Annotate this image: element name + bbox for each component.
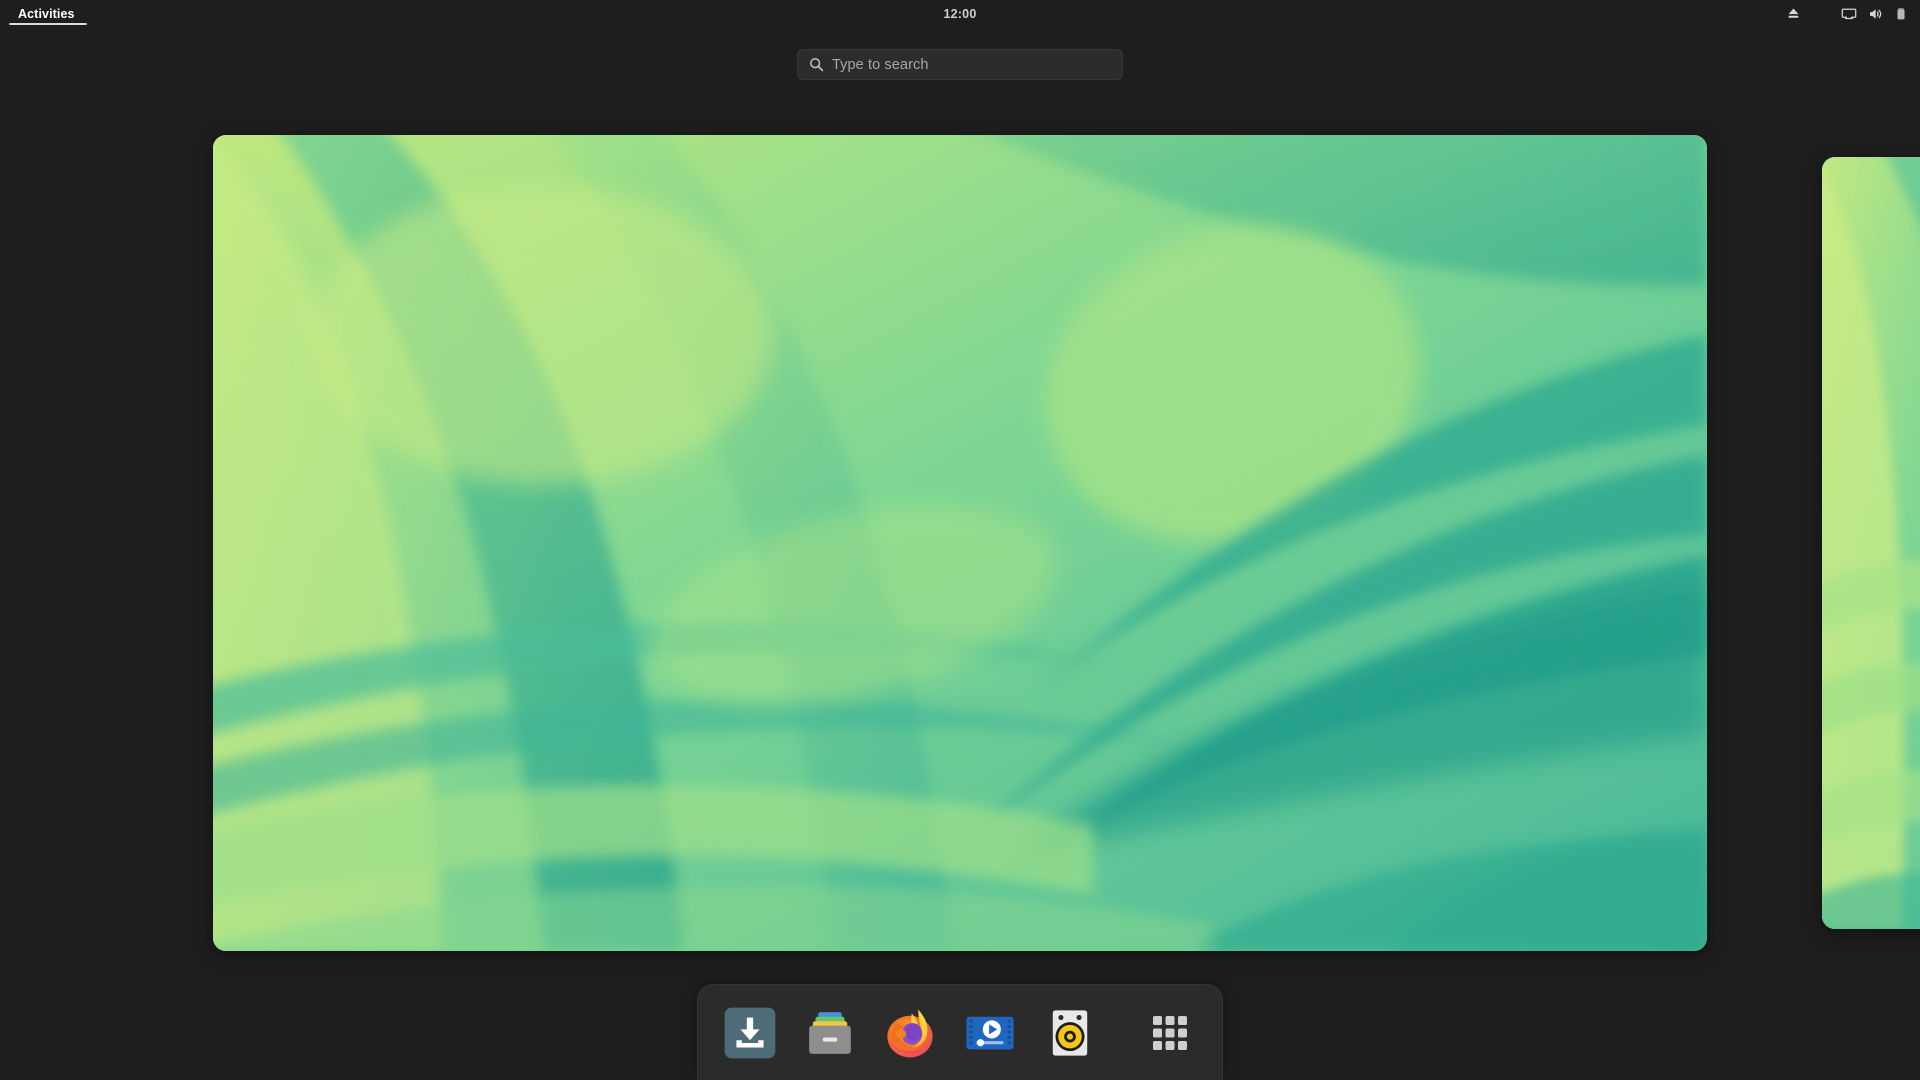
- activities-active-indicator: [9, 22, 87, 25]
- volume-icon[interactable]: [1862, 0, 1888, 27]
- dash-dock: [697, 984, 1223, 1080]
- dock-item-rhythmbox[interactable]: [1038, 1001, 1102, 1065]
- dock-item-videos[interactable]: [958, 1001, 1022, 1065]
- search-placeholder: Type to search: [832, 56, 929, 73]
- app-grid-button[interactable]: [1138, 1001, 1202, 1065]
- eject-icon[interactable]: [1780, 0, 1806, 27]
- status-area[interactable]: [1780, 0, 1914, 27]
- grid-icon: [1153, 1015, 1187, 1050]
- dock-separator: [1118, 1013, 1122, 1053]
- video-player-icon: [966, 1016, 1014, 1049]
- dock-item-firefox[interactable]: [878, 1001, 942, 1065]
- dock-item-files[interactable]: [798, 1001, 862, 1065]
- firefox-icon: [887, 1008, 933, 1057]
- file-cabinet-icon: [809, 1011, 851, 1054]
- wallpaper-active: [213, 135, 1707, 951]
- workspace-thumbnail-next[interactable]: [1822, 157, 1920, 929]
- clock-button[interactable]: 12:00: [934, 0, 987, 27]
- top-bar: Activities 12:00: [0, 0, 1920, 27]
- battery-icon[interactable]: [1888, 0, 1914, 27]
- search-input[interactable]: Type to search: [797, 49, 1123, 80]
- activities-label: Activities: [18, 6, 75, 21]
- display-icon[interactable]: [1836, 0, 1862, 27]
- activities-button[interactable]: Activities: [8, 0, 87, 27]
- search-icon: [808, 56, 825, 73]
- workspace-thumbnail-active[interactable]: [213, 135, 1707, 951]
- speaker-icon: [1052, 1009, 1088, 1056]
- desktop-screen: Activities 12:00 Type to search: [0, 0, 1920, 1080]
- clock-label: 12:00: [943, 6, 977, 21]
- software-install-icon: [724, 1007, 776, 1058]
- wallpaper-next: [1822, 157, 1920, 929]
- dock-item-software[interactable]: [718, 1001, 782, 1065]
- workspaces-layer: [0, 0, 1920, 1080]
